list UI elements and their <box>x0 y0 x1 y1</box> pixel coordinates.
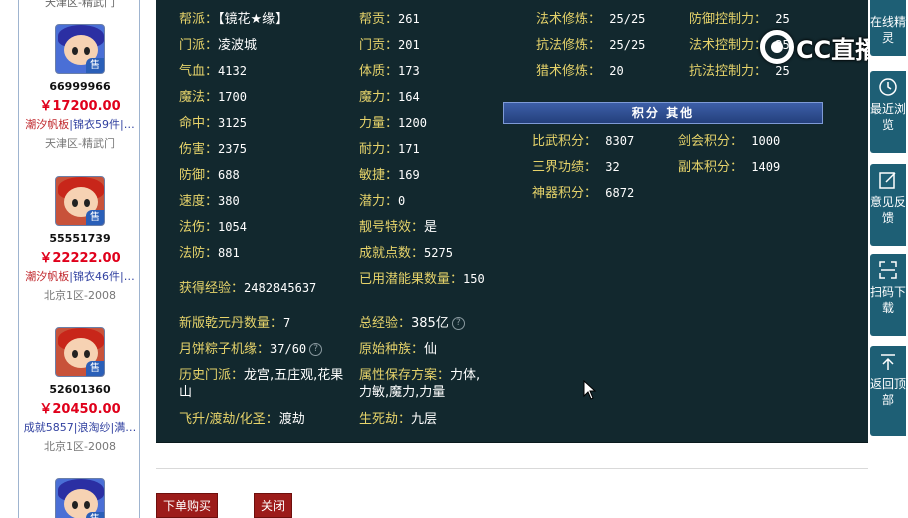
stat-sudu: 速度：380 <box>179 194 240 209</box>
stat-sanjie: 三界功绩： 32 <box>532 160 620 175</box>
stat-fashang: 法伤：1054 <box>179 220 247 235</box>
listing-tags: 成就5857|浪淘纱|满… <box>23 421 137 434</box>
listing-item[interactable]: 售 55551739 ￥22222.00 潮汐帆板|锦衣46件|… 北京1区-2… <box>19 176 139 303</box>
scan-icon <box>879 261 897 279</box>
divider <box>156 468 878 469</box>
stat-shenqi: 神器积分： 6872 <box>532 186 635 201</box>
stat-fangyu: 防御：688 <box>179 168 240 183</box>
online-sprite-button[interactable]: 在线精灵 <box>870 0 906 56</box>
stat-huodejingyan: 获得经验：2482845637 <box>179 281 317 296</box>
stat-shuxing: 属性保存方案：力体,力敏,魔力,力量 <box>359 368 481 400</box>
listing-price: ￥17200.00 <box>39 99 121 114</box>
score-section-header: 积分 其他 <box>503 102 823 124</box>
edit-icon <box>879 172 896 189</box>
stat-lianghao: 靓号特效：是 <box>359 220 438 235</box>
listing-item[interactable]: 售 52601360 ￥20450.00 成就5857|浪淘纱|满… 北京1区-… <box>19 327 139 454</box>
stat-liliang: 力量：1200 <box>359 116 427 131</box>
sale-badge: 售 <box>86 512 104 518</box>
stat-qianli: 潜力：0 <box>359 194 406 209</box>
close-button[interactable]: 关闭 <box>254 493 292 518</box>
stat-minjie: 敏捷：169 <box>359 168 420 183</box>
listing-id: 66999966 <box>49 80 111 93</box>
back-to-top-button[interactable]: 返回顶部 <box>870 346 906 436</box>
help-icon[interactable]: ? <box>309 343 323 356</box>
stat-fafang: 法防：881 <box>179 246 240 261</box>
stat-lishimenpai: 历史门派：龙宫,五庄观,花果山 <box>179 368 344 400</box>
mouse-cursor-icon <box>583 380 597 400</box>
listing-region: 天津区-精武门 <box>45 0 115 9</box>
avatar[interactable]: 售 <box>55 327 105 377</box>
stat-moli: 魔力：164 <box>359 90 420 105</box>
right-toolbar: 在线精灵 最近浏览 意见反馈 扫码下载 返回顶部 <box>868 0 908 518</box>
listing-price: ￥22222.00 <box>39 251 121 266</box>
stat-banggong: 帮贡：261 <box>359 12 420 27</box>
stat-biwu: 比武积分： 8307 <box>532 134 635 149</box>
listing-item[interactable]: 天津区-精武门 <box>19 0 139 10</box>
avatar[interactable]: 售 <box>55 24 105 74</box>
stat-fashuxiulian: 法术修炼： 25/25 <box>536 12 646 27</box>
listing-region: 北京1区-2008 <box>44 289 116 302</box>
stat-mofa: 魔法：1700 <box>179 90 247 105</box>
stat-qianyuandan: 新版乾元丹数量：7 <box>179 316 291 331</box>
scan-download-button[interactable]: 扫码下载 <box>870 254 906 336</box>
listing-column: 天津区-精武门 售 66999966 ￥17200.00 潮汐帆板|锦衣59件|… <box>18 0 140 518</box>
listing-price: ￥20450.00 <box>39 402 121 417</box>
listing-region: 天津区-精武门 <box>45 137 115 150</box>
sale-badge: 售 <box>86 361 104 376</box>
clock-icon <box>879 78 897 96</box>
recent-browse-button[interactable]: 最近浏览 <box>870 71 906 153</box>
sale-badge: 售 <box>86 58 104 73</box>
listing-id: 55551739 <box>49 232 111 245</box>
stat-kangfaxiulian: 抗法修炼： 25/25 <box>536 38 646 53</box>
stat-naili: 耐力：171 <box>359 142 420 157</box>
cc-logo-icon <box>760 30 794 64</box>
help-icon[interactable]: ? <box>451 317 465 330</box>
stat-lieshuxiulian: 猎术修炼： 20 <box>536 64 624 79</box>
listing-item[interactable]: 售 <box>19 478 139 518</box>
stat-bangpai: 帮派：【镜花★缘】 <box>179 12 289 27</box>
stat-fangyukongzhi: 防御控制力： 25 <box>689 12 790 27</box>
stat-menpai: 门派：凌波城 <box>179 38 258 53</box>
feedback-button[interactable]: 意见反馈 <box>870 164 906 246</box>
listing-tags: 潮汐帆板|锦衣59件|… <box>25 118 135 131</box>
stat-chengjiu: 成就点数：5275 <box>359 246 453 261</box>
stat-shengsijie: 生死劫：九层 <box>359 412 438 427</box>
listing-id: 52601360 <box>49 383 111 396</box>
arrow-up-icon <box>881 354 895 370</box>
listing-item[interactable]: 售 66999966 ￥17200.00 潮汐帆板|锦衣59件|… 天津区-精武… <box>19 24 139 151</box>
stat-feisheng: 飞升/渡劫/化圣：渡劫 <box>179 412 305 427</box>
character-detail-panel: 帮派：【镜花★缘】 门派：凌波城 气血：4132 魔法：1700 命中：3125… <box>156 0 869 443</box>
stat-mingzhong: 命中：3125 <box>179 116 247 131</box>
stat-tizhi: 体质：173 <box>359 64 420 79</box>
stat-fuben: 副本积分： 1409 <box>678 160 781 175</box>
avatar[interactable]: 售 <box>55 478 105 518</box>
stat-qiannengguo: 已用潜能果数量：150 <box>359 272 485 287</box>
stat-mengong: 门贡：201 <box>359 38 420 53</box>
cc-live-logo: CC直播 <box>760 28 879 66</box>
order-button[interactable]: 下单购买 <box>156 493 218 518</box>
stat-zongjingyan: 总经验：385亿? <box>359 315 465 332</box>
listing-tags: 潮汐帆板|锦衣46件|… <box>25 270 135 283</box>
sale-badge: 售 <box>86 210 104 225</box>
stat-yuebing: 月饼粽子机缘：37/60? <box>179 341 323 358</box>
stat-shanghai: 伤害：2375 <box>179 142 247 157</box>
stat-yuanshi: 原始种族：仙 <box>359 342 438 357</box>
stat-jianhui: 剑会积分： 1000 <box>678 134 781 149</box>
stat-qixue: 气血：4132 <box>179 64 247 79</box>
listing-region: 北京1区-2008 <box>44 440 116 453</box>
avatar[interactable]: 售 <box>55 176 105 226</box>
